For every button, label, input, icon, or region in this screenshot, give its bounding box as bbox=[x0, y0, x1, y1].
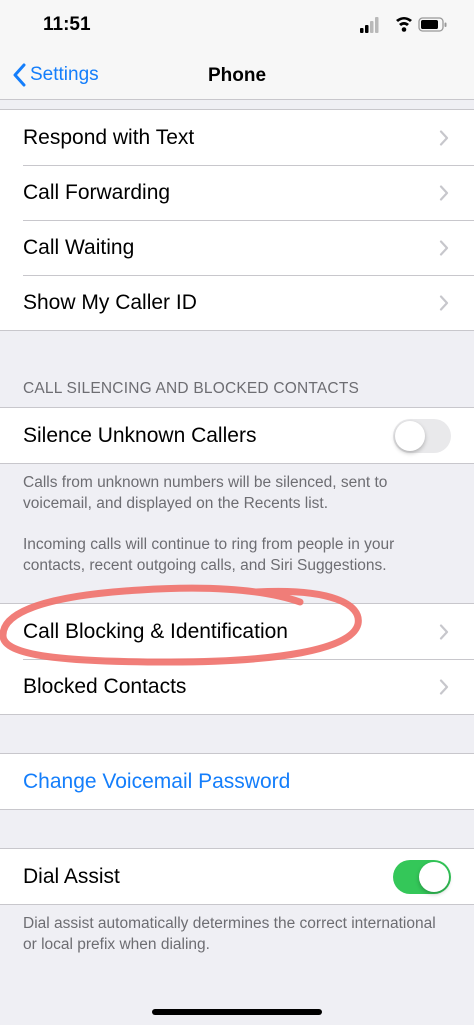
silence-unknown-callers-toggle[interactable] bbox=[393, 419, 451, 453]
signal-icon bbox=[360, 17, 379, 33]
dial-assist-row: Dial Assist bbox=[0, 849, 474, 904]
respond-with-text-row[interactable]: Respond with Text bbox=[0, 110, 474, 165]
silence-footer-note-2: Incoming calls will continue to ring fro… bbox=[23, 536, 395, 574]
status-icons bbox=[360, 17, 447, 33]
row-label: Silence Unknown Callers bbox=[23, 423, 257, 447]
call-settings-group: Respond with Text Call Forwarding Call W… bbox=[0, 109, 474, 331]
blocked-contacts-row[interactable]: Blocked Contacts bbox=[0, 659, 474, 714]
voicemail-group: Change Voicemail Password bbox=[0, 753, 474, 810]
chevron-right-icon bbox=[439, 240, 449, 256]
row-label: Blocked Contacts bbox=[23, 674, 187, 698]
toggle-knob bbox=[395, 421, 425, 451]
dial-assist-toggle[interactable] bbox=[393, 860, 451, 894]
call-waiting-row[interactable]: Call Waiting bbox=[0, 220, 474, 275]
blocking-group: Call Blocking & Identification Blocked C… bbox=[0, 603, 474, 715]
status-time: 11:51 bbox=[43, 14, 91, 35]
silence-unknown-callers-row: Silence Unknown Callers bbox=[0, 408, 474, 463]
navigation-bar: Settings Phone bbox=[0, 52, 474, 100]
row-label: Dial Assist bbox=[23, 864, 120, 888]
call-forwarding-row[interactable]: Call Forwarding bbox=[0, 165, 474, 220]
chevron-right-icon bbox=[439, 185, 449, 201]
section-header-call-silencing: CALL SILENCING AND BLOCKED CONTACTS bbox=[23, 380, 360, 397]
row-label: Call Blocking & Identification bbox=[23, 619, 288, 643]
wifi-icon bbox=[396, 17, 412, 32]
battery-icon bbox=[418, 17, 447, 32]
change-voicemail-password-button[interactable]: Change Voicemail Password bbox=[0, 754, 474, 809]
row-label: Respond with Text bbox=[23, 125, 195, 149]
row-label: Show My Caller ID bbox=[23, 290, 197, 314]
page-title: Phone bbox=[207, 65, 267, 86]
call-blocking-identification-row[interactable]: Call Blocking & Identification bbox=[0, 604, 474, 659]
dial-assist-footer-note: Dial assist automatically determines the… bbox=[23, 915, 436, 953]
silence-group: Silence Unknown Callers bbox=[0, 407, 474, 464]
chevron-right-icon bbox=[439, 624, 449, 640]
dial-assist-group: Dial Assist bbox=[0, 848, 474, 905]
toggle-knob bbox=[419, 862, 449, 892]
chevron-right-icon bbox=[439, 295, 449, 311]
home-indicator[interactable] bbox=[152, 1009, 322, 1015]
chevron-right-icon bbox=[439, 679, 449, 695]
show-my-caller-id-row[interactable]: Show My Caller ID bbox=[0, 275, 474, 330]
row-label: Call Waiting bbox=[23, 235, 135, 259]
silence-footer-note: Calls from unknown numbers will be silen… bbox=[23, 474, 388, 512]
row-label: Change Voicemail Password bbox=[23, 769, 291, 793]
status-bar: 11:51 bbox=[0, 0, 474, 52]
row-label: Call Forwarding bbox=[23, 180, 171, 204]
chevron-right-icon bbox=[439, 130, 449, 146]
